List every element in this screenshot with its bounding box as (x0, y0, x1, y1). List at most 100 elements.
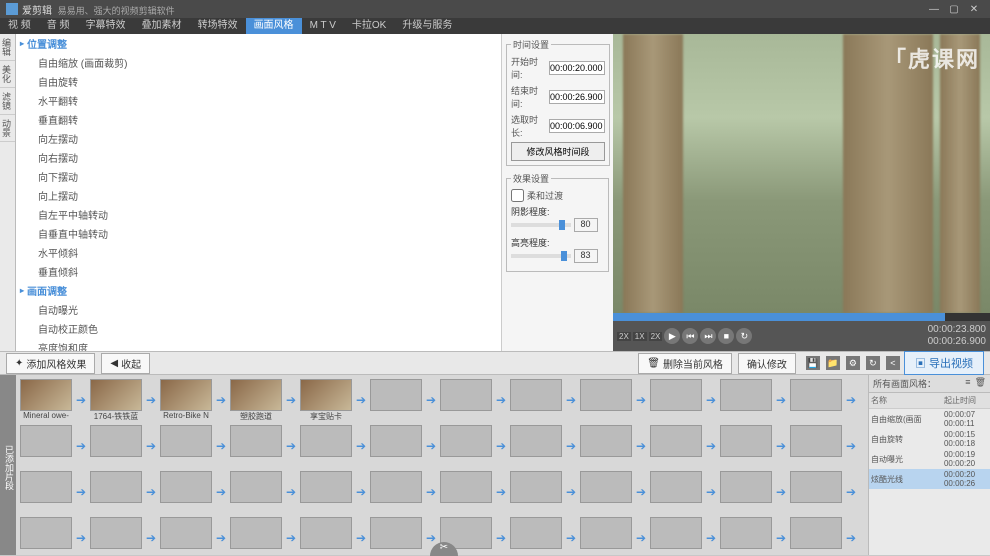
effect-item[interactable]: 向左摆动 (16, 129, 501, 148)
sidebar-tab-0[interactable]: 编辑 (0, 34, 15, 61)
clip-slot[interactable] (510, 379, 562, 421)
clip-slot[interactable]: Mineral owe- (20, 379, 72, 421)
clip-slot[interactable] (160, 517, 212, 555)
elapsed-time-input[interactable] (549, 119, 605, 133)
clip-slot[interactable] (440, 425, 492, 467)
effect-item[interactable]: 向下摆动 (16, 167, 501, 186)
add-effect-button[interactable]: ✦添加风格效果 (6, 353, 95, 374)
highlight-value[interactable]: 83 (574, 249, 598, 263)
clip-slot[interactable] (230, 471, 282, 513)
menu-tab-8[interactable]: 升级与服务 (394, 18, 460, 34)
clip-slot[interactable] (370, 517, 422, 555)
export-button[interactable]: ▣ 导出视频 (904, 351, 984, 375)
sidebar-tab-2[interactable]: 滤镜 (0, 88, 15, 115)
clip-slot[interactable] (510, 471, 562, 513)
clip-slot[interactable]: 享宝贴卡 (300, 379, 352, 421)
start-time-input[interactable] (549, 61, 605, 75)
effect-group-1[interactable]: ▸画面调整 (16, 281, 501, 300)
clip-slot[interactable] (90, 425, 142, 467)
speed-btn-2[interactable]: 1X (633, 332, 647, 341)
clip-slot[interactable] (580, 517, 632, 555)
next-frame-button[interactable]: ⏭ (700, 328, 716, 344)
clip-slot[interactable] (510, 425, 562, 467)
menu-tab-6[interactable]: M T V (302, 18, 344, 34)
applied-effect-row[interactable]: 自由旋转00:00:1500:00:18 (869, 429, 990, 449)
soft-transition-checkbox[interactable] (511, 189, 524, 202)
preview-video[interactable]: 「虎课网 (613, 34, 990, 313)
clip-slot[interactable] (230, 425, 282, 467)
effect-item[interactable]: 向上摆动 (16, 186, 501, 205)
speed-btn-3[interactable]: 2X (649, 332, 663, 341)
menu-tab-0[interactable]: 视 频 (0, 18, 39, 34)
settings-icon[interactable]: ⚙ (846, 356, 860, 370)
clip-slot[interactable] (90, 471, 142, 513)
clip-slot[interactable] (580, 425, 632, 467)
list-icon[interactable]: ≡ (965, 377, 970, 390)
shadow-slider[interactable] (511, 223, 571, 227)
clip-slot[interactable] (720, 471, 772, 513)
clip-slot[interactable] (790, 379, 842, 421)
effect-item[interactable]: 垂直倾斜 (16, 262, 501, 281)
refresh-icon[interactable]: ↻ (866, 356, 880, 370)
folder-icon[interactable]: 📁 (826, 356, 840, 370)
clip-slot[interactable] (580, 379, 632, 421)
clip-slot[interactable] (650, 517, 702, 555)
clip-slot[interactable]: 1764-铁铁蓝 (90, 379, 142, 421)
prev-frame-button[interactable]: ⏮ (682, 328, 698, 344)
effect-item[interactable]: 自垂直中轴转动 (16, 224, 501, 243)
clip-slot[interactable] (440, 471, 492, 513)
clip-slot[interactable] (20, 517, 72, 555)
effect-item[interactable]: 自由缩放 (画面裁剪) (16, 53, 501, 72)
clip-slot[interactable] (370, 471, 422, 513)
effect-item[interactable]: 亮度饱和度 (16, 338, 501, 351)
delete-icon[interactable]: 🗑 (975, 377, 986, 390)
sidebar-tab-1[interactable]: 美化 (0, 61, 15, 88)
clip-slot[interactable] (370, 425, 422, 467)
highlight-slider[interactable] (511, 254, 571, 258)
clip-slot[interactable]: 塑胶跑道 (230, 379, 282, 421)
applied-effect-row[interactable]: 自由缩放(画面00:00:0700:00:11 (869, 409, 990, 430)
clips-section-tab[interactable]: 已添加片段 (0, 375, 16, 555)
clip-slot[interactable] (300, 425, 352, 467)
clip-slot[interactable] (300, 471, 352, 513)
clip-slot[interactable] (370, 379, 422, 421)
effect-group-0[interactable]: ▸位置调整 (16, 34, 501, 53)
clip-slot[interactable] (90, 517, 142, 555)
clip-slot[interactable] (230, 517, 282, 555)
menu-tab-3[interactable]: 叠加素材 (134, 18, 190, 34)
clip-slot[interactable] (580, 471, 632, 513)
applied-effect-row[interactable]: 炫酷光线00:00:2000:00:26 (869, 469, 990, 489)
clip-slot[interactable] (650, 471, 702, 513)
clip-slot[interactable] (440, 379, 492, 421)
clip-slot[interactable] (20, 471, 72, 513)
clip-slot[interactable]: Retro-Bike N (160, 379, 212, 421)
collapse-button[interactable]: ◀收起 (101, 353, 150, 374)
clip-slot[interactable] (790, 425, 842, 467)
save-icon[interactable]: 💾 (806, 356, 820, 370)
clip-slot[interactable] (790, 471, 842, 513)
menu-tab-4[interactable]: 转场特效 (190, 18, 246, 34)
menu-tab-2[interactable]: 字幕特效 (78, 18, 134, 34)
loop-button[interactable]: ↻ (736, 328, 752, 344)
clip-slot[interactable] (790, 517, 842, 555)
clip-slot[interactable] (720, 517, 772, 555)
clip-slot[interactable] (20, 425, 72, 467)
effect-item[interactable]: 水平翻转 (16, 91, 501, 110)
close-button[interactable]: ✕ (964, 4, 984, 15)
clip-slot[interactable] (650, 379, 702, 421)
clip-slot[interactable] (300, 517, 352, 555)
clip-slot[interactable] (160, 471, 212, 513)
stop-button[interactable]: ■ (718, 328, 734, 344)
speed-btn-1[interactable]: 2X (617, 332, 631, 341)
minimize-button[interactable]: — (924, 4, 944, 15)
effect-item[interactable]: 自动曝光 (16, 300, 501, 319)
share-icon[interactable]: < (886, 356, 900, 370)
menu-tab-1[interactable]: 音 频 (39, 18, 78, 34)
modify-time-button[interactable]: 修改风格时间段 (511, 142, 605, 161)
confirm-button[interactable]: 确认修改 (738, 353, 796, 374)
clip-slot[interactable] (720, 379, 772, 421)
end-time-input[interactable] (549, 90, 605, 104)
clip-slot[interactable] (650, 425, 702, 467)
delete-style-button[interactable]: 🗑删除当前风格 (638, 353, 732, 374)
effect-item[interactable]: 向右摆动 (16, 148, 501, 167)
